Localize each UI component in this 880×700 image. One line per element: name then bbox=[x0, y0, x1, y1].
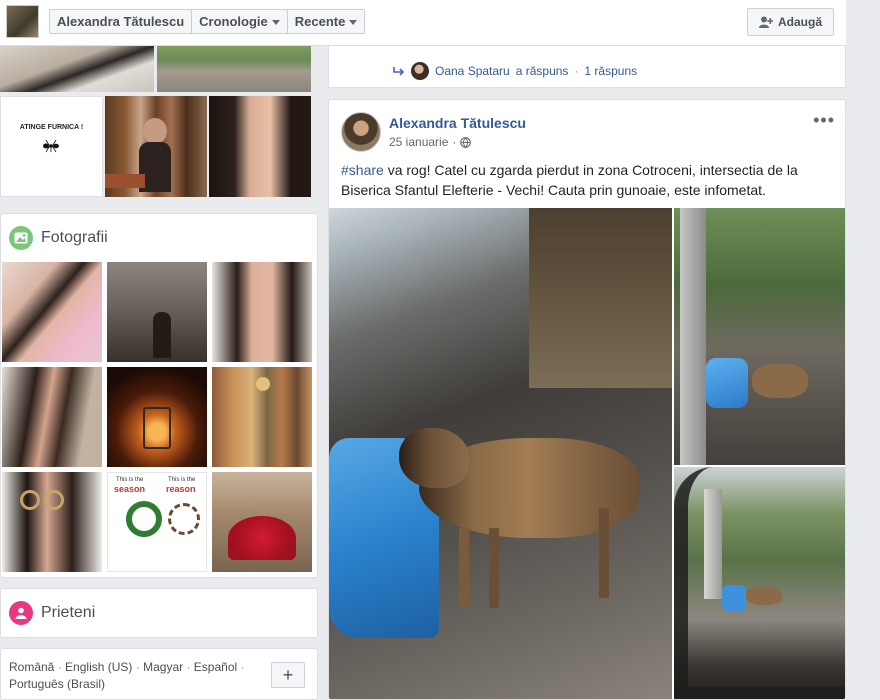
dog-leg bbox=[459, 528, 469, 608]
photo-thumb[interactable] bbox=[2, 472, 102, 572]
blue-bag-shape bbox=[706, 358, 748, 408]
reply-arrow-icon bbox=[393, 67, 405, 76]
recent-dropdown[interactable]: Recente bbox=[288, 10, 365, 33]
chevron-down-icon bbox=[271, 20, 280, 26]
reply-count-link[interactable]: 1 răspuns bbox=[584, 64, 637, 78]
post-photo-side-top[interactable] bbox=[674, 208, 845, 465]
globe-icon[interactable] bbox=[460, 136, 472, 148]
post-text: #share va rog! Catel cu zgarda pierdut i… bbox=[341, 160, 831, 200]
photo-thumb[interactable] bbox=[107, 367, 207, 467]
friends-card-title[interactable]: Prieteni bbox=[41, 604, 95, 622]
post-body: va rog! Catel cu zgarda pierdut in zona … bbox=[341, 162, 798, 198]
hedge-shape bbox=[529, 208, 672, 388]
meta-dot: · bbox=[452, 135, 457, 149]
photo-tile[interactable] bbox=[157, 46, 311, 92]
season-small: This is the bbox=[116, 477, 144, 483]
photo-tile[interactable] bbox=[209, 96, 311, 197]
add-friend-label: Adaugă bbox=[777, 15, 822, 29]
timeline-dropdown[interactable]: Cronologie bbox=[192, 10, 288, 33]
chevron-down-icon bbox=[349, 20, 358, 26]
face-shape bbox=[143, 118, 167, 144]
photo-thumb[interactable] bbox=[2, 367, 102, 467]
thorn-crown-shape bbox=[168, 503, 200, 535]
photo-thumb[interactable] bbox=[2, 262, 102, 362]
more-languages-button[interactable]: + bbox=[271, 662, 305, 688]
candle-lantern-shape bbox=[143, 407, 171, 449]
reason-small: This is the bbox=[168, 477, 196, 483]
add-friend-button[interactable]: Adaugă bbox=[747, 8, 834, 36]
post-options-icon[interactable]: ••• bbox=[813, 110, 835, 131]
season-word: season bbox=[114, 484, 146, 494]
photos-card: Fotografii This is the season This is th… bbox=[0, 213, 318, 578]
bench-shape bbox=[105, 174, 145, 188]
sunglasses-right bbox=[44, 490, 64, 510]
lang-separator: · bbox=[186, 660, 191, 674]
dog-leg bbox=[489, 528, 499, 608]
replied-text: a răspuns bbox=[515, 64, 569, 78]
photos-icon bbox=[9, 226, 33, 250]
car-window-frame bbox=[674, 467, 845, 699]
photos-card-title[interactable]: Fotografii bbox=[41, 229, 108, 247]
photos-card-header: Fotografii bbox=[1, 214, 317, 262]
post-meta: 25 ianuarie · bbox=[389, 135, 472, 149]
add-friend-icon bbox=[758, 16, 773, 28]
friends-card: Prieteni bbox=[0, 588, 318, 638]
friends-card-header: Prieteni bbox=[1, 589, 317, 637]
photo-tile-caption: ATINGE FURNICA ! bbox=[19, 124, 84, 131]
post-author-name[interactable]: Alexandra Tătulescu bbox=[389, 115, 526, 131]
author-avatar[interactable] bbox=[341, 112, 381, 152]
post-date[interactable]: 25 ianuarie bbox=[389, 135, 448, 149]
friends-icon bbox=[9, 601, 33, 625]
hashtag-link[interactable]: #share bbox=[341, 162, 384, 178]
photo-tile[interactable]: ATINGE FURNICA ! bbox=[0, 96, 103, 197]
lang-separator: · bbox=[135, 660, 140, 674]
reply-summary[interactable]: Oana Spataru a răspuns · 1 răspuns bbox=[393, 62, 637, 80]
lang-link-hu[interactable]: Magyar bbox=[143, 660, 183, 674]
photo-tile[interactable] bbox=[0, 46, 154, 92]
lang-separator: · bbox=[240, 660, 245, 674]
post-photo-main[interactable] bbox=[329, 208, 672, 699]
lang-link-ro[interactable]: Română bbox=[9, 660, 54, 674]
ant-icon bbox=[43, 139, 59, 153]
reply-separator: · bbox=[574, 64, 579, 78]
photo-thumb[interactable] bbox=[212, 367, 312, 467]
lang-link-pt[interactable]: Português (Brasil) bbox=[9, 677, 105, 691]
replier-name[interactable]: Oana Spataru bbox=[435, 64, 510, 78]
post-photo-side-bottom[interactable] bbox=[674, 467, 845, 699]
language-footer: Română · English (US) · Magyar · Español… bbox=[0, 648, 318, 700]
profile-name-link[interactable]: Alexandra Tătulescu bbox=[50, 10, 193, 33]
profile-sticky-header: Alexandra Tătulescu Cronologie Recente A… bbox=[0, 0, 846, 46]
profile-breadcrumb: Alexandra Tătulescu Cronologie Recente bbox=[49, 9, 366, 34]
halo-shape bbox=[256, 377, 270, 391]
feed-post: Alexandra Tătulescu 25 ianuarie · ••• #s… bbox=[328, 99, 846, 700]
photo-thumb[interactable] bbox=[212, 472, 312, 572]
photo-thumb[interactable] bbox=[212, 262, 312, 362]
recent-label: Recente bbox=[294, 14, 346, 29]
pole-shape bbox=[680, 208, 706, 465]
lang-link-es[interactable]: Español bbox=[194, 660, 237, 674]
figure-shape bbox=[153, 312, 171, 358]
dog-shape bbox=[752, 364, 808, 398]
lang-separator: · bbox=[57, 660, 62, 674]
wreath-shape bbox=[126, 501, 162, 537]
photo-tile[interactable] bbox=[105, 96, 207, 197]
roses-box-shape bbox=[228, 516, 296, 560]
post-photo-grid bbox=[329, 208, 845, 699]
reason-word: reason bbox=[166, 484, 196, 494]
photo-strip: ATINGE FURNICA ! bbox=[0, 46, 318, 201]
dog-leg bbox=[599, 508, 609, 598]
dog-head-shape bbox=[399, 428, 469, 488]
photo-thumb[interactable]: This is the season This is the reason bbox=[107, 472, 207, 572]
sunglasses-left bbox=[20, 490, 40, 510]
photo-thumb[interactable] bbox=[107, 262, 207, 362]
replier-avatar[interactable] bbox=[411, 62, 429, 80]
profile-thumbnail[interactable] bbox=[6, 5, 39, 38]
lang-link-en[interactable]: English (US) bbox=[65, 660, 132, 674]
timeline-label: Cronologie bbox=[199, 14, 268, 29]
